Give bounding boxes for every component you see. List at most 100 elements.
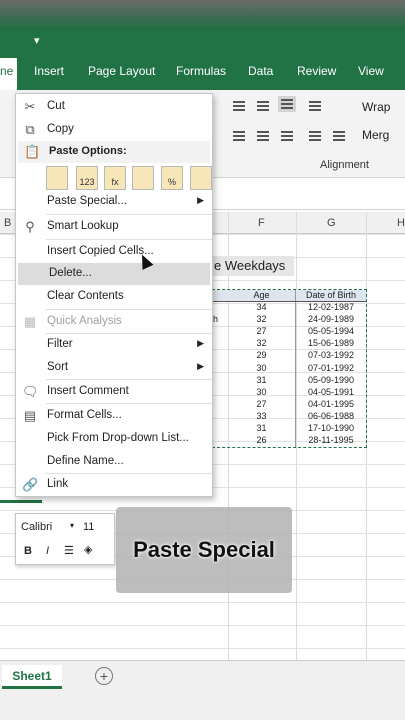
- menu-item-insert-comment[interactable]: 🗨 Insert Comment: [16, 381, 212, 403]
- tab-review[interactable]: Review: [297, 64, 336, 78]
- table-row[interactable]: 30 04-05-1991: [213, 386, 366, 399]
- menu-item-format-cells[interactable]: ▤ Format Cells...: [16, 405, 212, 427]
- table-row[interactable]: h 32 24-09-1989: [213, 314, 366, 327]
- table-cell-dob[interactable]: 05-05-1994: [296, 326, 366, 338]
- table-cell-prefix[interactable]: [213, 338, 228, 350]
- tab-view[interactable]: View: [358, 64, 384, 78]
- copied-data-range[interactable]: Age Date of Birth 34 12-02-1987 h 32 24-09-1…: [212, 289, 367, 449]
- paste-transpose-icon[interactable]: [132, 166, 154, 190]
- paste-formatting-icon[interactable]: %: [161, 166, 183, 190]
- align-right-button[interactable]: [278, 128, 296, 144]
- increase-indent-button[interactable]: [330, 128, 348, 144]
- menu-item-pick-from-dropdown[interactable]: Pick From Drop-down List...: [16, 428, 212, 450]
- table-row[interactable]: 30 07-01-1992: [213, 362, 366, 375]
- header-age[interactable]: Age: [228, 290, 296, 302]
- header-dob[interactable]: Date of Birth: [296, 290, 366, 301]
- wrap-text-button[interactable]: Wrap: [362, 100, 390, 114]
- column-header-f[interactable]: F: [258, 217, 265, 229]
- tab-insert[interactable]: Insert: [34, 64, 64, 78]
- table-cell-dob[interactable]: 28-11-1995: [296, 435, 366, 447]
- menu-item-define-name[interactable]: Define Name...: [16, 451, 212, 473]
- table-cell-dob[interactable]: 07-03-1992: [296, 350, 366, 362]
- decrease-indent-button[interactable]: [306, 128, 324, 144]
- menu-item-clear-contents[interactable]: Clear Contents: [16, 286, 212, 308]
- paste-icon[interactable]: [46, 166, 68, 190]
- table-cell-dob[interactable]: 07-01-1992: [296, 363, 366, 375]
- menu-item-cut[interactable]: ✂ Cut: [16, 96, 212, 118]
- table-cell-prefix[interactable]: [213, 435, 228, 447]
- weekday-title-cell[interactable]: e Weekdays: [212, 256, 294, 276]
- menu-item-copy[interactable]: ⧉ Copy: [16, 119, 212, 141]
- menu-item-sort[interactable]: Sort ▶: [16, 357, 212, 379]
- table-row[interactable]: 29 07-03-1992: [213, 350, 366, 363]
- tab-page-layout[interactable]: Page Layout: [88, 64, 155, 78]
- table-cell-age[interactable]: 27: [228, 326, 296, 339]
- table-cell-age[interactable]: 26: [228, 435, 296, 448]
- sheet-tab-sheet1[interactable]: Sheet1: [2, 665, 62, 689]
- merge-center-button[interactable]: Merg: [362, 128, 389, 142]
- menu-item-paste-special[interactable]: Paste Special... ▶: [16, 191, 212, 213]
- table-row[interactable]: 27 05-05-1994: [213, 326, 366, 339]
- table-cell-age[interactable]: 31: [228, 423, 296, 436]
- tab-home[interactable]: ne: [0, 58, 18, 90]
- table-cell-dob[interactable]: 24-09-1989: [296, 314, 366, 326]
- menu-item-smart-lookup[interactable]: ⚲ Smart Lookup: [16, 216, 212, 238]
- table-row[interactable]: 31 17-10-1990: [213, 423, 366, 436]
- table-cell-age[interactable]: 30: [228, 362, 296, 375]
- table-cell-age[interactable]: 31: [228, 374, 296, 387]
- table-cell-age[interactable]: 32: [228, 338, 296, 351]
- table-row[interactable]: 32 15-06-1989: [213, 338, 366, 351]
- paste-formulas-icon[interactable]: fx: [104, 166, 126, 190]
- column-header-h[interactable]: H: [397, 217, 405, 229]
- table-cell-dob[interactable]: 04-05-1991: [296, 387, 366, 399]
- menu-item-insert-copied-cells[interactable]: Insert Copied Cells...: [16, 241, 212, 263]
- font-size-select[interactable]: 11: [83, 521, 94, 533]
- align-bottom-button[interactable]: [278, 96, 296, 112]
- table-cell-prefix[interactable]: [213, 423, 228, 435]
- table-cell-dob[interactable]: 05-09-1990: [296, 375, 366, 387]
- align-middle-button[interactable]: [254, 98, 272, 114]
- font-name-select[interactable]: Calibri: [21, 521, 52, 533]
- table-cell-dob[interactable]: 15-06-1989: [296, 338, 366, 350]
- add-sheet-icon[interactable]: +: [95, 667, 113, 685]
- fill-color-icon[interactable]: ◈: [84, 543, 92, 556]
- column-header-b[interactable]: B: [4, 217, 11, 229]
- table-row[interactable]: 33 06-06-1988: [213, 410, 366, 424]
- tab-formulas[interactable]: Formulas: [176, 64, 226, 78]
- column-header-g[interactable]: G: [327, 217, 336, 229]
- table-cell-age[interactable]: 34: [228, 302, 296, 315]
- table-cell-dob[interactable]: 04-01-1995: [296, 399, 366, 411]
- menu-item-delete[interactable]: Delete...: [18, 263, 210, 285]
- chevron-down-icon[interactable]: ▾: [70, 521, 74, 530]
- table-cell-dob[interactable]: 06-06-1988: [296, 411, 366, 423]
- menu-item-filter[interactable]: Filter ▶: [16, 334, 212, 356]
- table-cell-age[interactable]: 32: [228, 314, 296, 327]
- table-cell-age[interactable]: 27: [228, 398, 296, 411]
- table-cell-age[interactable]: 30: [228, 386, 296, 399]
- table-cell-prefix[interactable]: [213, 387, 228, 399]
- paste-link-icon[interactable]: [190, 166, 212, 190]
- table-row[interactable]: 26 28-11-1995: [213, 435, 366, 448]
- table-cell-prefix[interactable]: [213, 350, 228, 362]
- customize-quick-access-icon[interactable]: ▾: [34, 34, 40, 47]
- table-row[interactable]: 27 04-01-1995: [213, 398, 366, 411]
- table-cell-prefix[interactable]: [213, 375, 228, 387]
- table-cell-age[interactable]: 33: [228, 410, 296, 424]
- table-cell-prefix[interactable]: [213, 399, 228, 411]
- align-left-button[interactable]: [230, 128, 248, 144]
- menu-item-link[interactable]: 🔗 Link: [16, 474, 212, 496]
- table-cell-dob[interactable]: 12-02-1987: [296, 302, 366, 314]
- paste-values-icon[interactable]: 123: [76, 166, 98, 190]
- table-row[interactable]: 31 05-09-1990: [213, 374, 366, 387]
- align-center-icon[interactable]: ☰: [64, 544, 74, 557]
- table-cell-prefix[interactable]: [213, 326, 228, 338]
- table-cell-dob[interactable]: 17-10-1990: [296, 423, 366, 435]
- table-cell-prefix[interactable]: h: [213, 314, 228, 326]
- table-cell-prefix[interactable]: [213, 363, 228, 375]
- align-center-button[interactable]: [254, 128, 272, 144]
- bold-button[interactable]: B: [24, 545, 32, 557]
- orientation-button[interactable]: [306, 98, 324, 114]
- table-cell-prefix[interactable]: [213, 411, 228, 423]
- table-row[interactable]: 34 12-02-1987: [213, 302, 366, 315]
- table-cell-age[interactable]: 29: [228, 350, 296, 363]
